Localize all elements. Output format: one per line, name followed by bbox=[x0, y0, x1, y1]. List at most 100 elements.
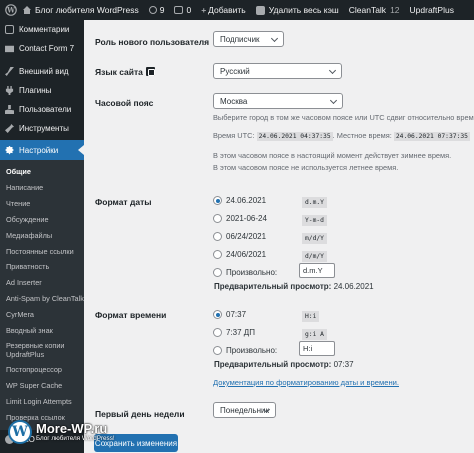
time-format-code: g:i A bbox=[302, 329, 327, 340]
utc-label: Время UTC: bbox=[213, 131, 255, 140]
updates-link[interactable]: 9 bbox=[144, 0, 170, 20]
submenu-permalinks[interactable]: Постоянные ссылки bbox=[0, 244, 84, 260]
chevron-down-icon bbox=[270, 34, 279, 43]
menu-settings[interactable]: Настройки bbox=[0, 140, 84, 160]
submenu-cleantalk[interactable]: Anti-Spam by CleanTalk bbox=[0, 291, 84, 307]
mail-icon bbox=[5, 45, 14, 53]
cleantalk-link[interactable]: CleanTalk 12 bbox=[344, 0, 405, 20]
radio[interactable] bbox=[213, 214, 222, 223]
settings-submenu: Общие Написание Чтение Обсуждение Медиаф… bbox=[0, 160, 84, 430]
time-format-option[interactable]: 7:37 ДП bbox=[213, 328, 255, 337]
submenu-reading[interactable]: Чтение bbox=[0, 196, 84, 212]
site-language-select[interactable]: Русский bbox=[213, 63, 342, 79]
submenu-privacy[interactable]: Приватность bbox=[0, 259, 84, 275]
users-icon bbox=[5, 105, 14, 114]
date-format-code: m/d/Y bbox=[302, 233, 327, 244]
date-time-docs-link[interactable]: Документация по форматированию даты и вр… bbox=[213, 378, 399, 387]
chevron-down-icon bbox=[329, 96, 338, 105]
date-format-option[interactable]: 24.06.2021 bbox=[213, 196, 266, 205]
date-format-custom-option[interactable]: Произвольно: bbox=[213, 268, 277, 277]
submenu-limit-login[interactable]: Limit Login Attempts bbox=[0, 394, 84, 410]
timezone-select[interactable]: Москва bbox=[213, 93, 343, 109]
dst-line-2: В этом часовом поясе не используется лет… bbox=[213, 163, 399, 172]
time-format-custom-input[interactable]: H:i bbox=[299, 341, 335, 356]
menu-appearance[interactable]: Внешний вид bbox=[0, 62, 84, 81]
date-format-code: d/m/Y bbox=[302, 251, 327, 262]
radio[interactable] bbox=[213, 250, 222, 259]
radio-checked[interactable] bbox=[213, 310, 222, 319]
date-format-option[interactable]: 06/24/2021 bbox=[213, 232, 266, 241]
comments-link[interactable]: 0 bbox=[169, 0, 196, 20]
radio[interactable] bbox=[213, 346, 222, 355]
menu-tools[interactable]: Инструменты bbox=[0, 119, 84, 138]
menu-label: Инструменты bbox=[19, 124, 69, 133]
menu-label: Настройки bbox=[19, 145, 59, 155]
updraftplus-link[interactable]: UpdraftPlus bbox=[405, 0, 459, 20]
menu-label: Плагины bbox=[19, 86, 52, 95]
time-format-sample: 7:37 ДП bbox=[226, 328, 255, 337]
plus-icon: + bbox=[201, 5, 207, 15]
submenu-postprocessor[interactable]: Постопроцессор bbox=[0, 362, 84, 378]
cache-link[interactable]: Удалить весь кэш bbox=[251, 0, 344, 20]
time-format-option[interactable]: 07:37 bbox=[213, 310, 246, 319]
submenu-writing[interactable]: Написание bbox=[0, 180, 84, 196]
submenu-discussion[interactable]: Обсуждение bbox=[0, 212, 84, 228]
preview-label: Предварительный просмотр: bbox=[214, 360, 332, 369]
week-start-value: Понедельник bbox=[220, 405, 269, 415]
date-format-sample: 2021-06-24 bbox=[226, 214, 267, 223]
radio-checked[interactable] bbox=[213, 196, 222, 205]
updates-icon bbox=[148, 6, 157, 14]
wordpress-logo-icon[interactable]: W bbox=[0, 0, 22, 20]
new-user-role-value: Подписчик bbox=[220, 34, 260, 44]
time-format-custom-option[interactable]: Произвольно: bbox=[213, 346, 277, 355]
date-format-option[interactable]: 24/06/2021 bbox=[213, 250, 266, 259]
new-content-link[interactable]: + Добавить bbox=[196, 0, 251, 20]
date-format-code: Y-m-d bbox=[302, 215, 327, 226]
site-language-value: Русский bbox=[220, 66, 250, 76]
utc-time: 24.06.2021 04:37:35 bbox=[256, 132, 333, 141]
watermark-text: More-WP.ru Блог любителя WordPress! bbox=[36, 422, 115, 443]
menu-label: Комментарии bbox=[19, 25, 70, 34]
cleantalk-label: CleanTalk bbox=[348, 5, 387, 15]
site-language-label: Язык сайта bbox=[95, 67, 155, 77]
new-user-role-select[interactable]: Подписчик bbox=[213, 31, 284, 47]
chevron-down-icon bbox=[328, 66, 337, 75]
submenu-intro-sign[interactable]: Вводный знак bbox=[0, 323, 84, 339]
menu-contact-form-7[interactable]: Contact Form 7 bbox=[0, 39, 84, 58]
submenu-ad-inserter[interactable]: Ad Inserter bbox=[0, 275, 84, 291]
menu-label: Contact Form 7 bbox=[19, 44, 75, 53]
wordpress-logo-icon: W bbox=[8, 420, 32, 444]
submenu-wp-super-cache[interactable]: WP Super Cache bbox=[0, 378, 84, 394]
site-title: Блог любителя WordPress bbox=[35, 5, 139, 15]
dst-line-1: В этом часовом поясе в настоящий момент … bbox=[213, 151, 452, 160]
submenu-general[interactable]: Общие bbox=[0, 164, 84, 180]
timezone-hint: Выберите город в том же часовом поясе ил… bbox=[213, 113, 474, 122]
watermark: W More-WP.ru Блог любителя WordPress! bbox=[8, 417, 128, 447]
menu-comments[interactable]: Комментарии bbox=[0, 20, 84, 39]
week-start-select[interactable]: Понедельник bbox=[213, 402, 276, 418]
submenu-backups[interactable]: Резервные копии UpdraftPlus bbox=[0, 339, 84, 362]
submenu-media[interactable]: Медиафайлы bbox=[0, 228, 84, 244]
home-icon[interactable] bbox=[22, 0, 35, 20]
local-time: 24.06.2021 07:37:35 bbox=[393, 132, 470, 141]
radio[interactable] bbox=[213, 268, 222, 277]
date-format-code: d.m.Y bbox=[302, 197, 327, 208]
date-format-custom-input[interactable]: d.m.Y bbox=[299, 263, 335, 278]
site-title-link[interactable]: Блог любителя WordPress bbox=[35, 0, 144, 20]
menu-plugins[interactable]: Плагины bbox=[0, 81, 84, 100]
time-format-preview: Предварительный просмотр: 07:37 bbox=[214, 360, 354, 369]
submenu-cyrmera[interactable]: CyrMera bbox=[0, 307, 84, 323]
date-format-option[interactable]: 2021-06-24 bbox=[213, 214, 267, 223]
menu-users[interactable]: Пользователи bbox=[0, 100, 84, 119]
radio[interactable] bbox=[213, 232, 222, 241]
custom-label: Произвольно: bbox=[226, 346, 278, 355]
new-user-role-label: Роль нового пользователя bbox=[95, 37, 210, 47]
timezone-times: Время UTC: 24.06.2021 04:37:35. Местное … bbox=[213, 131, 470, 141]
timezone-value: Москва bbox=[220, 96, 248, 106]
tools-icon bbox=[5, 124, 14, 133]
menu-label: Пользователи bbox=[19, 105, 72, 114]
time-format-label: Формат времени bbox=[95, 310, 167, 320]
radio[interactable] bbox=[213, 328, 222, 337]
new-content-label: Добавить bbox=[208, 5, 246, 15]
updraftplus-label: UpdraftPlus bbox=[409, 5, 454, 15]
